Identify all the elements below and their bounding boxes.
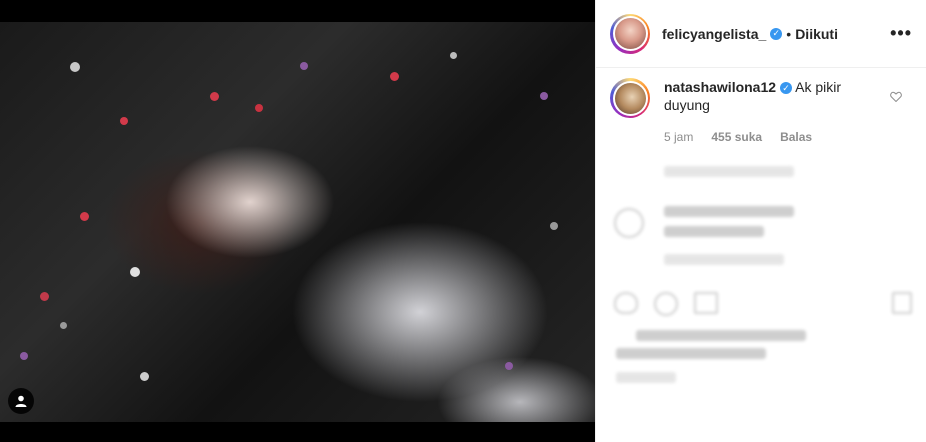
user-profile-icon[interactable] [8, 388, 34, 414]
verified-badge-icon: ✓ [770, 27, 783, 40]
comment-likes[interactable]: 455 suka [711, 130, 762, 144]
heart-icon[interactable] [890, 90, 902, 105]
commenter-username[interactable]: natashawilona12 [664, 79, 776, 95]
post-photo [0, 22, 595, 422]
follow-status-button[interactable]: Diikuti [795, 26, 838, 42]
comment-meta: 5 jam 455 suka Balas [596, 118, 926, 144]
author-avatar[interactable] [610, 13, 650, 54]
post-side-panel: felicyangelista_ ✓ • Diikuti ••• natasha… [595, 0, 926, 442]
separator-dot: • [786, 25, 792, 42]
post-media[interactable] [0, 0, 595, 442]
comment-time[interactable]: 5 jam [664, 130, 693, 144]
author-username[interactable]: felicyangelista_ [662, 26, 766, 42]
post-header: felicyangelista_ ✓ • Diikuti ••• [596, 0, 926, 68]
obscured-content [596, 160, 926, 442]
verified-badge-icon: ✓ [780, 82, 793, 95]
comment-item: natashawilona12 ✓ Ak pikir duyung [596, 68, 926, 118]
commenter-avatar[interactable] [610, 78, 650, 118]
comment-text-block: natashawilona12 ✓ Ak pikir duyung [664, 78, 884, 118]
reply-button[interactable]: Balas [780, 130, 812, 144]
more-options-icon[interactable]: ••• [890, 23, 912, 44]
